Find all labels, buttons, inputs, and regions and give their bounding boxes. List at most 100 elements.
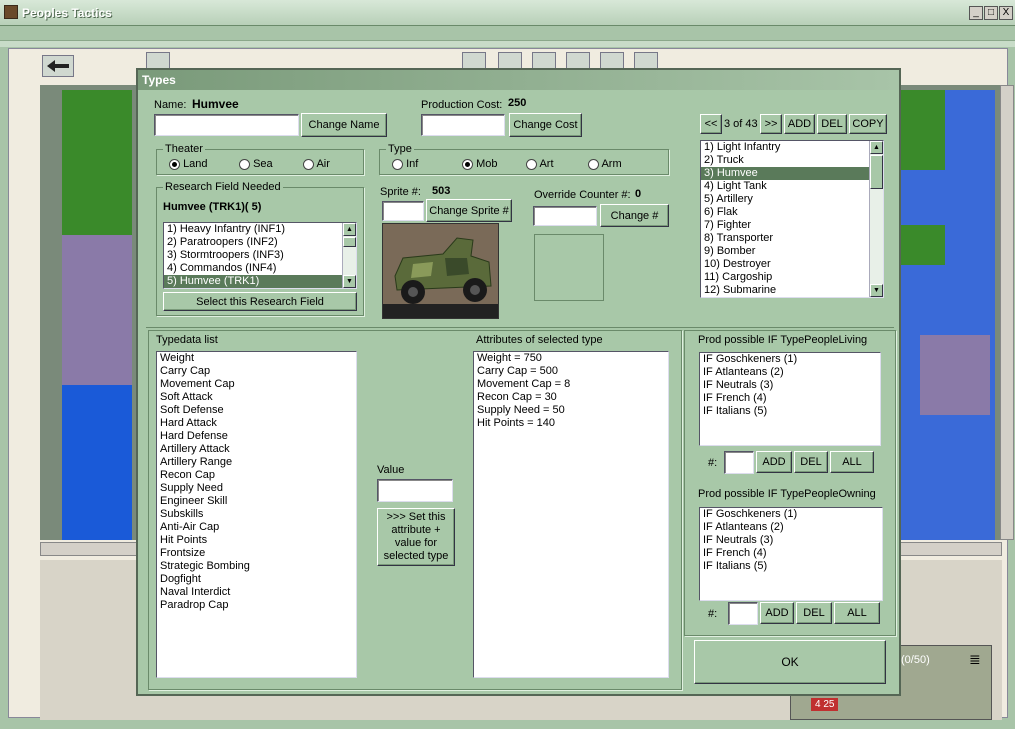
change-sprite-button[interactable]: Change Sprite # (426, 199, 512, 222)
list-item[interactable]: Hard Attack (157, 417, 356, 430)
list-item[interactable]: 11) Cargoship (701, 271, 883, 284)
typedata-list[interactable]: Weight Carry Cap Movement Cap Soft Attack So… (156, 351, 357, 678)
living-del-button[interactable]: DEL (794, 451, 828, 473)
list-item[interactable]: 2) Paratroopers (INF2) (164, 236, 356, 249)
select-research-button[interactable]: Select this Research Field (163, 292, 357, 311)
list-item[interactable]: IF Neutrals (3) (700, 534, 882, 547)
list-item[interactable]: Soft Attack (157, 391, 356, 404)
list-item[interactable]: IF Atlanteans (2) (700, 521, 882, 534)
sprite-input[interactable] (382, 201, 424, 221)
list-icon[interactable]: ≣ (969, 652, 985, 668)
close-button[interactable]: X (999, 6, 1013, 20)
list-item[interactable]: Anti-Air Cap (157, 521, 356, 534)
owning-add-button[interactable]: ADD (760, 602, 794, 624)
list-item[interactable]: 8) Transporter (701, 232, 883, 245)
owning-list[interactable]: IF Goschkeners (1) IF Atlanteans (2) IF Ne… (699, 507, 883, 601)
list-item[interactable]: Recon Cap (157, 469, 356, 482)
list-item[interactable]: IF French (4) (700, 392, 880, 405)
map-vertical-scrollbar[interactable] (1000, 85, 1014, 540)
research-list[interactable]: 1) Heavy Infantry (INF1) 2) Paratroopers… (163, 222, 357, 289)
owning-num-input[interactable] (728, 602, 758, 625)
list-item[interactable]: Weight (157, 352, 356, 365)
list-item[interactable]: 1) Heavy Infantry (INF1) (164, 223, 356, 236)
list-item[interactable]: 2) Truck (701, 154, 883, 167)
list-item[interactable]: Paradrop Cap (157, 599, 356, 612)
list-item[interactable]: IF Atlanteans (2) (700, 366, 880, 379)
list-item[interactable]: 10) Destroyer (701, 258, 883, 271)
list-item[interactable]: Artillery Attack (157, 443, 356, 456)
types-scrollbar[interactable]: ▲ ▼ (869, 141, 883, 297)
list-item[interactable]: Movement Cap = 8 (474, 378, 668, 391)
copy-type-button[interactable]: COPY (849, 114, 887, 134)
list-item[interactable]: Recon Cap = 30 (474, 391, 668, 404)
list-item[interactable]: 3) Humvee (701, 167, 883, 180)
override-input[interactable] (533, 206, 597, 226)
list-item[interactable]: IF Goschkeners (1) (700, 353, 880, 366)
list-item[interactable]: 3) Stormtroopers (INF3) (164, 249, 356, 262)
owning-del-button[interactable]: DEL (796, 602, 832, 624)
change-number-button[interactable]: Change # (600, 204, 669, 227)
list-item[interactable]: 9) Bomber (701, 245, 883, 258)
list-item[interactable]: Carry Cap (157, 365, 356, 378)
list-item[interactable]: Artillery Range (157, 456, 356, 469)
ok-button[interactable]: OK (694, 640, 886, 684)
list-item[interactable]: IF Italians (5) (700, 405, 880, 418)
list-item[interactable]: Naval Interdict (157, 586, 356, 599)
type-mob-radio[interactable]: Mob (462, 158, 497, 170)
list-item[interactable]: Dogfight (157, 573, 356, 586)
list-item[interactable]: Weight = 750 (474, 352, 668, 365)
type-art-radio[interactable]: Art (526, 158, 554, 170)
delete-type-button[interactable]: DEL (817, 114, 847, 134)
window-titlebar[interactable]: Peoples Tactics _ □ X (0, 0, 1015, 26)
list-item[interactable]: 5) Humvee (TRK1) (164, 275, 356, 288)
theater-sea-radio[interactable]: Sea (239, 158, 273, 170)
list-item[interactable]: Movement Cap (157, 378, 356, 391)
living-all-button[interactable]: ALL (830, 451, 874, 473)
list-item[interactable]: Supply Need = 50 (474, 404, 668, 417)
research-scrollbar[interactable]: ▲ ▼ (342, 223, 356, 288)
list-item[interactable]: IF Goschkeners (1) (700, 508, 882, 521)
change-cost-button[interactable]: Change Cost (509, 113, 582, 137)
next-button[interactable]: >> (760, 114, 782, 134)
list-item[interactable]: 6) Flak (701, 206, 883, 219)
types-list[interactable]: 1) Light Infantry 2) Truck 3) Humvee 4) … (700, 140, 884, 298)
value-input[interactable] (377, 479, 453, 502)
list-item[interactable]: 12) Submarine (701, 284, 883, 297)
list-item[interactable]: 4) Light Tank (701, 180, 883, 193)
list-item[interactable]: 5) Artillery (701, 193, 883, 206)
list-item[interactable]: Subskills (157, 508, 356, 521)
list-item[interactable]: Strategic Bombing (157, 560, 356, 573)
theater-air-radio[interactable]: Air (303, 158, 330, 170)
prev-button[interactable]: << (700, 114, 722, 134)
list-item[interactable]: Supply Need (157, 482, 356, 495)
list-item[interactable]: 1) Light Infantry (701, 141, 883, 154)
list-item[interactable]: Soft Defense (157, 404, 356, 417)
list-item[interactable]: IF Neutrals (3) (700, 379, 880, 392)
maximize-button[interactable]: □ (984, 6, 998, 20)
type-inf-radio[interactable]: Inf (392, 158, 418, 170)
change-name-button[interactable]: Change Name (301, 113, 387, 137)
cost-input[interactable] (421, 114, 505, 136)
living-num-input[interactable] (724, 451, 754, 474)
list-item[interactable]: Hit Points = 140 (474, 417, 668, 430)
list-item[interactable]: Hit Points (157, 534, 356, 547)
list-item[interactable]: IF French (4) (700, 547, 882, 560)
list-item[interactable]: 7) Fighter (701, 219, 883, 232)
type-arm-radio[interactable]: Arm (588, 158, 622, 170)
name-input[interactable] (154, 114, 299, 136)
list-item[interactable]: IF Italians (5) (700, 560, 882, 573)
theater-land-radio[interactable]: Land (169, 158, 208, 170)
list-item[interactable]: 4) Commandos (INF4) (164, 262, 356, 275)
back-arrow-icon[interactable] (42, 55, 74, 77)
list-item[interactable]: Carry Cap = 500 (474, 365, 668, 378)
living-list[interactable]: IF Goschkeners (1) IF Atlanteans (2) IF Ne… (699, 352, 881, 446)
set-attribute-button[interactable]: >>> Set this attribute + value for selec… (377, 508, 455, 566)
add-type-button[interactable]: ADD (784, 114, 815, 134)
list-item[interactable]: Engineer Skill (157, 495, 356, 508)
list-item[interactable]: Hard Defense (157, 430, 356, 443)
owning-all-button[interactable]: ALL (834, 602, 880, 624)
living-add-button[interactable]: ADD (756, 451, 792, 473)
minimize-button[interactable]: _ (969, 6, 983, 20)
list-item[interactable]: Frontsize (157, 547, 356, 560)
attributes-list[interactable]: Weight = 750 Carry Cap = 500 Movement Cap … (473, 351, 669, 678)
